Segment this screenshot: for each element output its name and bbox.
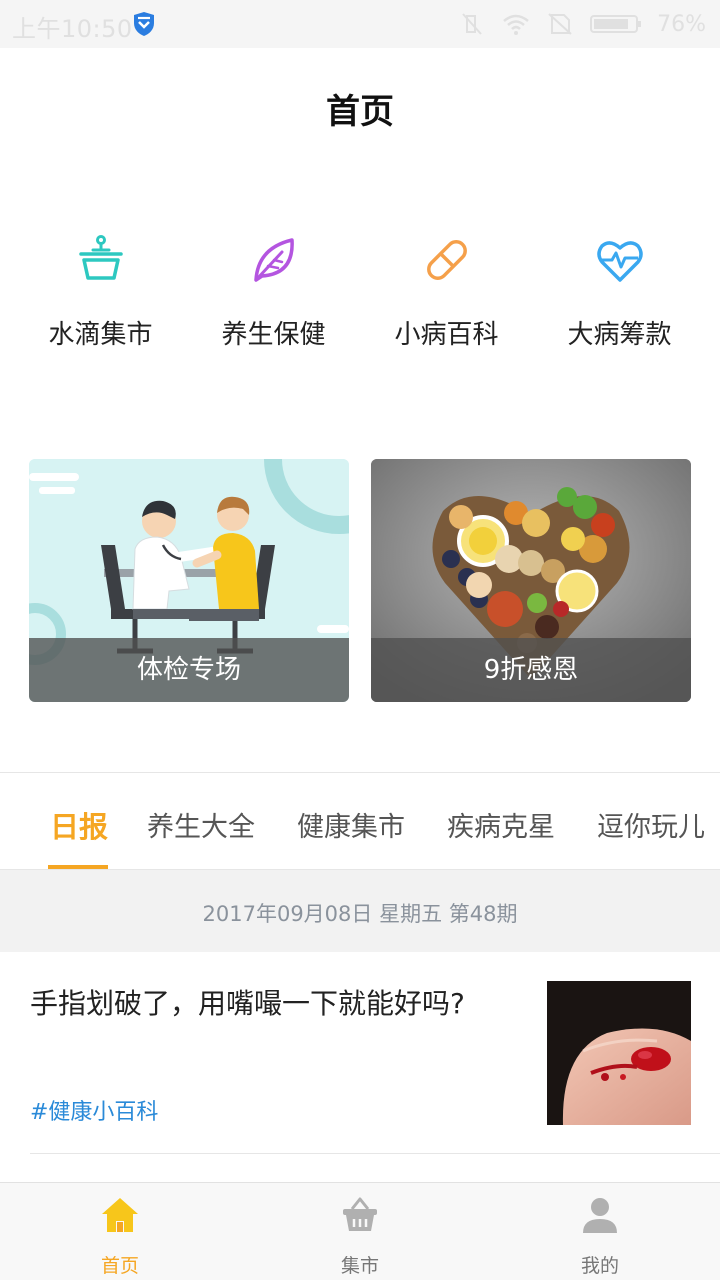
- tab-disease[interactable]: 疾病克星: [447, 805, 555, 844]
- tab-fun[interactable]: 逗你玩儿: [597, 805, 705, 844]
- nav-home[interactable]: 首页: [0, 1183, 240, 1280]
- nav-label: 集市: [340, 1255, 379, 1277]
- nav-profile[interactable]: 我的: [480, 1183, 720, 1280]
- pill-icon: [426, 240, 467, 280]
- status-bar: 上午10:50 76%: [0, 0, 720, 48]
- category-fundraising[interactable]: 大病筹款: [533, 220, 706, 351]
- battery-percent: 76%: [657, 11, 706, 37]
- category-label: 大病筹款: [567, 320, 672, 350]
- article-tag[interactable]: #健康小百科: [30, 1094, 158, 1126]
- tab-health-market[interactable]: 健康集市: [297, 805, 405, 844]
- mute-icon: [462, 13, 482, 35]
- tab-daily[interactable]: 日报: [50, 804, 108, 846]
- banner-caption: 体检专场: [136, 655, 241, 685]
- nav-label: 我的: [580, 1255, 619, 1277]
- basket-icon: [343, 1197, 377, 1231]
- no-sim-icon: [548, 13, 572, 35]
- category-label: 水滴集市: [48, 320, 153, 350]
- nav-market[interactable]: 集市: [240, 1183, 480, 1280]
- status-time: 上午10:50: [12, 15, 133, 43]
- issue-date: 2017年09月08日 星期五 第48期: [202, 902, 518, 926]
- list-divider: [30, 1153, 720, 1154]
- tab-wellness[interactable]: 养生大全: [147, 805, 255, 844]
- bottom-nav: 首页 集市 我的: [0, 1182, 720, 1280]
- article-headline[interactable]: 手指划破了，用嘴嘬一下就能好吗?: [30, 984, 500, 1024]
- category-label: 小病百科: [394, 320, 499, 350]
- category-row: 水滴集市 养生保健 小病百科 大病筹款: [0, 220, 720, 360]
- issue-date-strip: 2017年09月08日 星期五 第48期: [0, 870, 720, 952]
- home-icon: [102, 1198, 138, 1232]
- basket-icon: [78, 235, 123, 280]
- shield-icon: [134, 12, 154, 36]
- banner-discount[interactable]: 9折感恩: [371, 459, 691, 702]
- list-item[interactable]: 手指划破了，用嘴嘬一下就能好吗? #健康小百科: [0, 952, 720, 1154]
- heart-pulse-icon: [596, 241, 643, 282]
- category-label: 养生保健: [221, 320, 326, 350]
- content-tabs: 日报 养生大全 健康集市 疾病克星 逗你玩儿: [0, 773, 720, 869]
- page-title: 首页: [326, 92, 394, 132]
- article-thumbnail: [547, 981, 691, 1125]
- status-icons: 76%: [457, 9, 706, 39]
- category-health[interactable]: 养生保健: [187, 220, 360, 351]
- leaf-icon: [253, 238, 294, 282]
- banner-caption: 9折感恩: [483, 655, 579, 685]
- wifi-icon: [503, 14, 529, 35]
- nav-label: 首页: [100, 1255, 139, 1277]
- title-bar: 首页: [0, 48, 720, 164]
- banner-checkup[interactable]: 体检专场: [29, 459, 349, 702]
- user-icon: [583, 1198, 617, 1233]
- battery-icon: [590, 15, 642, 33]
- category-minor-illness[interactable]: 小病百科: [360, 220, 533, 351]
- category-market[interactable]: 水滴集市: [14, 220, 187, 351]
